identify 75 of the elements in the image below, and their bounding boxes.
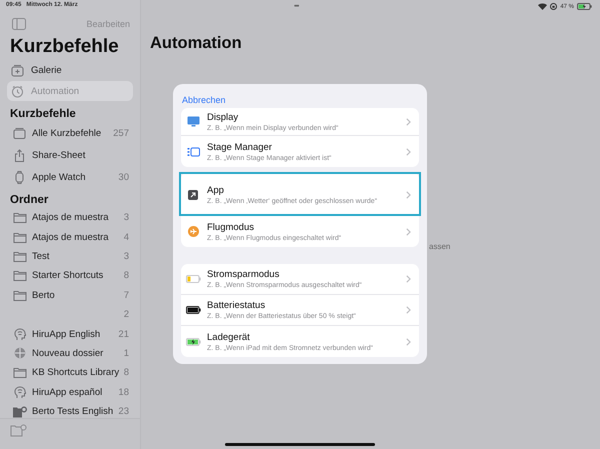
sidebar-item[interactable]: Atajos de muestra 3 (7, 208, 133, 228)
item-count: 257 (113, 128, 129, 138)
home-indicator[interactable] (225, 443, 375, 446)
item-count: 30 (118, 172, 129, 182)
trigger-title: App (207, 185, 225, 196)
app-icon (188, 190, 198, 200)
chevron-icon (406, 228, 411, 236)
lock-rotation-icon (550, 3, 558, 10)
item-count: 4 (124, 232, 129, 243)
section-header: Ordner (9, 193, 50, 208)
chevron-icon (406, 275, 411, 283)
folder-icon (12, 232, 26, 243)
stack-icon (13, 127, 26, 139)
trigger-title: Ladegerät (207, 332, 251, 342)
chevron-icon (406, 118, 411, 126)
head-icon (14, 386, 26, 399)
folder-icon (12, 367, 26, 378)
head-icon (14, 328, 26, 341)
sidebar-item[interactable]: Berto Tests English 23 (7, 402, 133, 422)
battery-icon (186, 306, 200, 314)
gallery-icon (11, 64, 24, 76)
item-count: 8 (124, 270, 129, 282)
folder-icon (12, 212, 26, 224)
item-count: 3 (124, 212, 129, 224)
item-count: 18 (118, 386, 129, 398)
sidebar-item[interactable]: Galerie (7, 60, 133, 80)
monitor-icon (186, 116, 200, 127)
item-count: 21 (118, 328, 129, 340)
item-count: 1 (124, 348, 129, 359)
sidebar-item[interactable]: Test 3 (7, 246, 133, 266)
item-count: 3 (124, 250, 129, 262)
chevron-icon (406, 148, 411, 156)
battery-charging-icon (186, 338, 200, 346)
trigger-title: Batteriestatus (207, 300, 266, 311)
sidebar-item[interactable]: Apple Watch 30 (7, 166, 133, 188)
section-header: Kurzbefehle (9, 107, 77, 122)
sidebar-item[interactable]: Starter Shortcuts 8 (7, 266, 133, 286)
trigger-title: Stromsparmodus (207, 269, 280, 280)
chevron-icon (406, 191, 411, 199)
sidebar-item[interactable]: KB Shortcuts Library 8 (7, 363, 133, 383)
wifi-icon (538, 3, 548, 10)
item-count: 23 (118, 406, 129, 418)
sidebar-item[interactable]: Nouveau dossier 1 (7, 344, 133, 364)
sidebar-title: Kurzbefehle (9, 35, 120, 59)
hint-text: assen (429, 242, 452, 251)
globe-icon (14, 347, 26, 360)
folder-icon (12, 290, 26, 301)
sidebar-item[interactable]: Atajos de muestra 4 (7, 227, 133, 247)
trigger-title: Stage Manager (207, 142, 273, 152)
trigger-title: Flugmodus (207, 222, 255, 232)
sidebar-item[interactable]: HiruApp español 18 (7, 382, 133, 402)
folder-icon (12, 270, 26, 282)
item-count: 2 (124, 309, 129, 320)
page-title: Automation (149, 33, 243, 53)
share-icon (14, 148, 25, 162)
folder-gear-icon (12, 406, 27, 418)
folder-icon (12, 250, 26, 262)
chevron-icon (406, 338, 411, 346)
cancel-button[interactable]: Abbrechen (181, 84, 226, 108)
battery-charging-icon (577, 3, 592, 10)
sidebar-item[interactable]: Berto 7 (7, 286, 133, 305)
chevron-icon (406, 306, 411, 314)
sidebar-item[interactable]: Share-Sheet (7, 144, 133, 166)
clock-icon (11, 84, 24, 98)
sidebar-item[interactable]: HiruApp English 21 (7, 324, 133, 344)
watch-icon (15, 170, 24, 184)
trigger-title: Display (207, 112, 240, 122)
stage-manager-icon (186, 146, 200, 156)
sidebar-toggle-icon[interactable] (12, 18, 26, 30)
battery-low-icon (186, 275, 200, 283)
airplane-icon (188, 226, 198, 237)
new-folder-icon[interactable] (10, 424, 27, 437)
item-count: 8 (124, 367, 129, 378)
sidebar-item[interactable]: Alle Kurzbefehle 257 (7, 122, 133, 144)
item-count: 7 (124, 290, 129, 301)
